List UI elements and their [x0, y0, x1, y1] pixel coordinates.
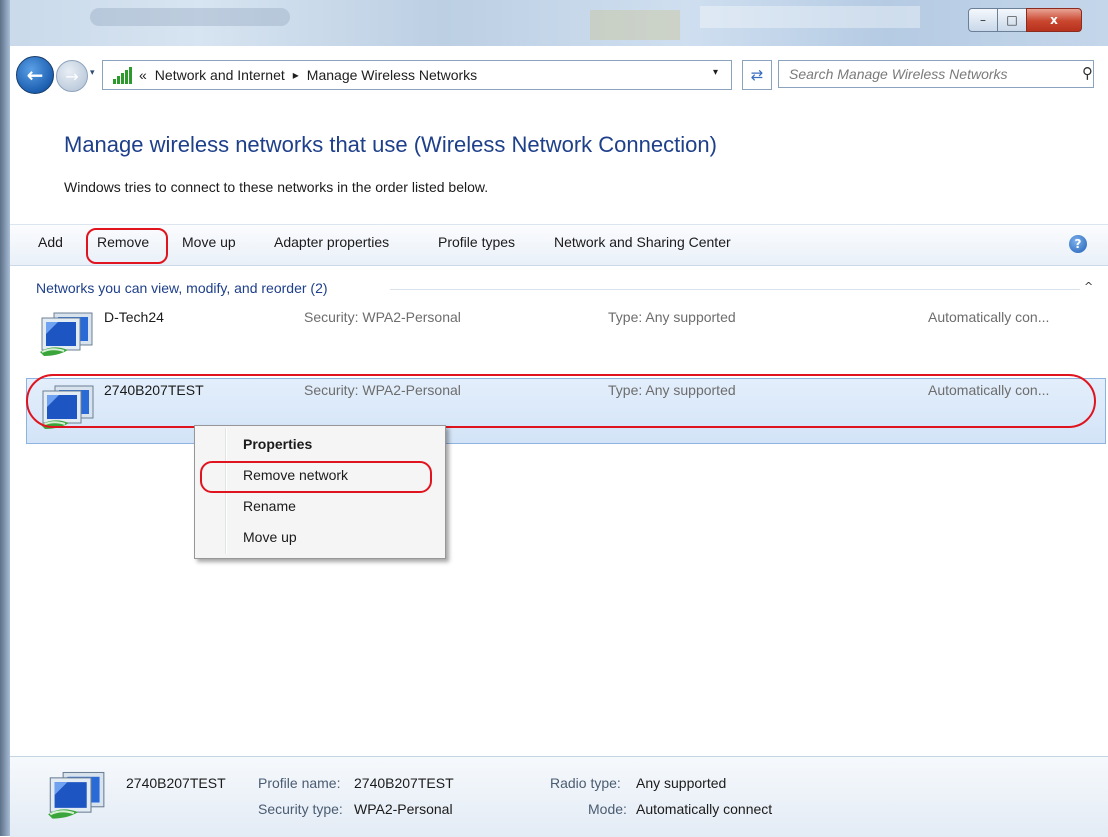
group-divider	[390, 289, 1080, 290]
remove-button-annotation	[86, 228, 168, 264]
breadcrumb-network-and-internet[interactable]: Network and Internet	[155, 67, 285, 83]
profile-name-label: Profile name:	[258, 775, 341, 791]
context-menu-move-up[interactable]: Move up	[243, 529, 297, 545]
mode-value: Automatically connect	[636, 801, 773, 817]
details-network-name: 2740B207TEST	[126, 775, 226, 791]
selected-network-annotation	[26, 374, 1096, 428]
network-security: Security: WPA2-Personal	[304, 309, 461, 325]
search-icon[interactable]: ⚲	[1082, 64, 1093, 82]
minimize-button[interactable]: –	[968, 8, 998, 32]
network-type: Type: Any supported	[608, 309, 736, 325]
add-button[interactable]: Add	[38, 234, 63, 250]
network-mode: Automatically con...	[928, 309, 1050, 325]
context-menu-properties[interactable]: Properties	[243, 436, 312, 452]
help-icon: ?	[1074, 237, 1082, 251]
details-pane: 2740B207TEST Profile name: 2740B207TEST …	[10, 756, 1108, 837]
collapse-icon[interactable]: ^	[1084, 280, 1093, 293]
refresh-icon: ⇄	[750, 66, 764, 84]
adapter-properties-button[interactable]: Adapter properties	[274, 234, 389, 250]
refresh-button[interactable]: ⇄	[742, 60, 772, 90]
recent-pages-dropdown[interactable]: ▾	[90, 68, 95, 78]
close-icon: x	[1050, 13, 1058, 27]
move-up-button[interactable]: Move up	[182, 234, 236, 250]
search-input[interactable]: Search Manage Wireless Networks	[778, 60, 1094, 88]
remove-network-annotation	[200, 461, 432, 493]
page-title: Manage wireless networks that use (Wirel…	[64, 132, 717, 157]
breadcrumb-overflow[interactable]: «	[139, 67, 147, 83]
window-frame-edge	[0, 0, 10, 836]
page-subtitle: Windows tries to connect to these networ…	[64, 179, 489, 195]
help-button[interactable]: ?	[1069, 235, 1087, 253]
network-control-panel-icon	[113, 66, 133, 84]
breadcrumb-separator-icon[interactable]: ▸	[293, 68, 299, 82]
address-dropdown-icon[interactable]: ▾	[713, 67, 718, 78]
window-titlebar[interactable]	[0, 0, 1108, 46]
wireless-network-icon	[48, 771, 105, 819]
close-button[interactable]: x	[1026, 8, 1082, 32]
radio-type-value: Any supported	[636, 775, 727, 791]
network-and-sharing-center-button[interactable]: Network and Sharing Center	[554, 234, 731, 250]
back-arrow-icon: ←	[26, 63, 44, 87]
maximize-icon: □	[1006, 13, 1018, 27]
network-row-d-tech24[interactable]: D-Tech24 Security: WPA2-Personal Type: A…	[26, 306, 1106, 372]
wireless-network-icon	[40, 312, 93, 356]
network-name: D-Tech24	[104, 309, 164, 325]
profile-types-button[interactable]: Profile types	[438, 234, 515, 250]
radio-type-label: Radio type:	[550, 775, 621, 791]
back-button[interactable]: ←	[16, 56, 54, 94]
forward-button[interactable]: →	[56, 60, 88, 92]
context-menu-rename[interactable]: Rename	[243, 498, 296, 514]
networks-group-header[interactable]: Networks you can view, modify, and reord…	[36, 280, 328, 296]
breadcrumb-manage-wireless-networks[interactable]: Manage Wireless Networks	[307, 67, 477, 83]
address-bar[interactable]: « Network and Internet ▸ Manage Wireless…	[102, 60, 732, 90]
minimize-icon: –	[980, 13, 986, 27]
forward-arrow-icon: →	[65, 66, 79, 86]
profile-name-value: 2740B207TEST	[354, 775, 454, 791]
mode-label: Mode:	[588, 801, 627, 817]
security-type-label: Security type:	[258, 801, 343, 817]
maximize-button[interactable]: □	[997, 8, 1027, 32]
chevron-down-icon: ▾	[90, 68, 95, 78]
security-type-value: WPA2-Personal	[354, 801, 453, 817]
